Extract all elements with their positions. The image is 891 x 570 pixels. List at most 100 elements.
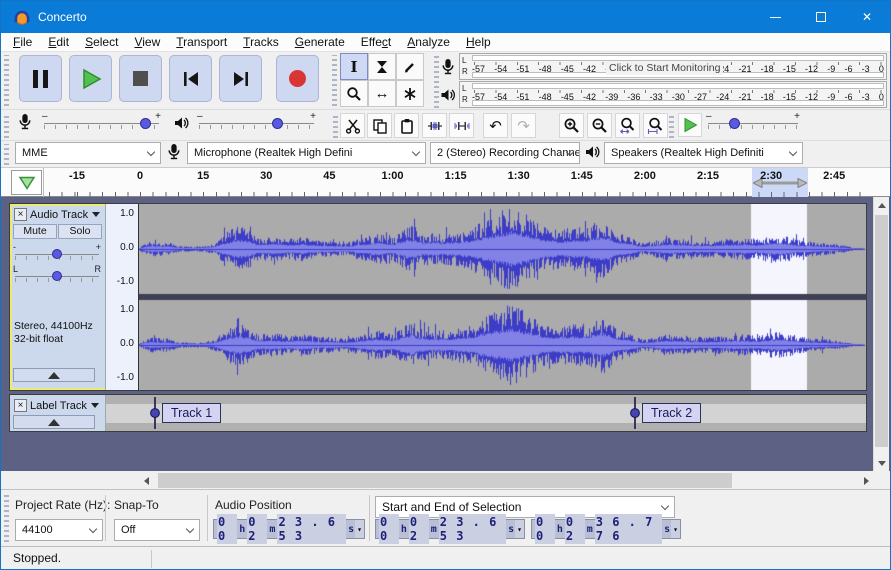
scroll-up-arrow[interactable] — [874, 197, 889, 213]
audio-track-collapse-button[interactable] — [13, 368, 95, 382]
solo-button[interactable]: Solo — [58, 224, 102, 239]
scroll-left-arrow[interactable] — [138, 472, 155, 489]
playback-volume-slider[interactable]: – + — [197, 111, 316, 133]
tools-toolbar-grabber[interactable] — [332, 55, 337, 106]
playback-meter-body[interactable]: L R -57 -54 -51 -48 -45 -42 -39 -36 -33 -30 -27 -24… — [459, 81, 887, 108]
stereo-waveform-canvas[interactable] — [139, 204, 866, 390]
timefield-dropdown-icon[interactable]: ▾ — [515, 520, 524, 538]
zoom-out-button[interactable] — [587, 113, 612, 138]
timefield-dropdown-icon[interactable]: ▾ — [671, 520, 680, 538]
vertical-scrollbar[interactable] — [873, 197, 889, 471]
edit-toolbar-grabber[interactable] — [333, 113, 338, 138]
play-button[interactable] — [69, 55, 112, 102]
transport-toolbar-grabber[interactable] — [4, 55, 9, 106]
audio-track[interactable]: × Audio Track Mute Solo - + LR Stereo, 44… — [9, 203, 867, 391]
dropdown-triangle-icon — [92, 212, 101, 217]
record-button[interactable] — [276, 55, 319, 102]
label-track-close-button[interactable]: × — [14, 399, 27, 412]
play-at-speed-toolbar-grabber[interactable] — [669, 113, 674, 138]
multi-tool-button[interactable] — [396, 80, 424, 107]
vertical-scroll-thumb[interactable] — [875, 215, 888, 447]
device-toolbar-grabber[interactable] — [4, 144, 9, 165]
pan-thumb[interactable] — [52, 271, 62, 281]
mute-button[interactable]: Mute — [13, 224, 57, 239]
snap-to-combo[interactable]: Off — [114, 519, 200, 541]
undo-button[interactable]: ↶ — [483, 113, 508, 138]
copy-button[interactable] — [367, 113, 392, 138]
menu-file[interactable]: File — [5, 33, 40, 52]
trim-audio-button[interactable] — [422, 113, 447, 138]
label-track-collapse-button[interactable] — [13, 415, 95, 429]
selection-start-field[interactable]: 0 0h0 2m2 3 . 6 5 3 s ▾ — [375, 514, 525, 544]
envelope-tool-button[interactable] — [368, 53, 396, 80]
menu-transport[interactable]: Transport — [168, 33, 235, 52]
menu-select[interactable]: Select — [77, 33, 126, 52]
label-marker-icon[interactable] — [150, 397, 160, 429]
audio-track-menu[interactable]: Audio Track — [30, 208, 101, 221]
label-marker-icon[interactable] — [630, 397, 640, 429]
project-rate-combo[interactable]: 44100 — [15, 519, 103, 541]
paste-button[interactable] — [394, 113, 419, 138]
menu-effect[interactable]: Effect — [353, 33, 399, 52]
menu-edit[interactable]: Edit — [40, 33, 77, 52]
recording-device-combo[interactable]: Microphone (Realtek High Defini — [187, 142, 426, 164]
timefield-dropdown-icon[interactable]: ▾ — [355, 520, 364, 538]
vertical-ruler[interactable]: 1.0 0.0 -1.0 1.0 0.0 -1.0 — [105, 204, 139, 390]
audio-position-field[interactable]: 0 0h0 2m2 3 . 6 5 3 s ▾ — [213, 514, 365, 544]
maximize-button[interactable] — [798, 1, 844, 33]
fit-selection-button[interactable] — [615, 113, 640, 138]
menu-generate[interactable]: Generate — [287, 33, 353, 52]
menu-tracks[interactable]: Tracks — [235, 33, 287, 52]
redo-button[interactable]: ↷ — [511, 113, 536, 138]
selection-end-field[interactable]: 0 0h0 2m3 6 . 7 7 6 s ▾ — [531, 514, 681, 544]
play-speed-slider[interactable]: – + — [706, 111, 800, 133]
fit-project-button[interactable] — [643, 113, 668, 138]
selection-toolbar-grabber[interactable] — [4, 494, 9, 542]
waveform-area[interactable] — [139, 204, 866, 390]
play-at-speed-button[interactable] — [678, 113, 702, 137]
label-track-menu[interactable]: Label Track — [30, 399, 99, 412]
scroll-down-arrow[interactable] — [874, 455, 889, 471]
audio-host-combo[interactable]: MME — [15, 142, 161, 164]
pan-slider[interactable]: LR — [13, 264, 101, 286]
mixer-toolbar-grabber[interactable] — [4, 113, 9, 138]
minimize-button[interactable] — [752, 1, 798, 33]
horizontal-scrollbar[interactable] — [138, 472, 875, 489]
skip-to-end-button[interactable] — [219, 55, 262, 102]
menu-help[interactable]: Help — [458, 33, 499, 52]
close-button[interactable]: ✕ — [844, 1, 890, 33]
timeline-pin-button[interactable] — [11, 170, 42, 195]
gain-thumb[interactable] — [52, 249, 62, 259]
timeline-ruler[interactable]: -15 0 15 30 45 1:00 1:15 1:30 1:45 2:00 2:15 2:30 2:… — [43, 168, 867, 197]
recording-channels-combo[interactable]: 2 (Stereo) Recording Channels — [430, 142, 580, 164]
playback-device-combo[interactable]: Speakers (Realtek High Definiti — [604, 142, 803, 164]
minimize-icon — [769, 16, 781, 18]
zoom-in-button[interactable] — [559, 113, 584, 138]
selection-tool-button[interactable]: I — [340, 53, 368, 80]
recording-meter-body[interactable]: L R -57-54-51-48-45-42-39-36-33-30-27-24… — [459, 53, 887, 80]
menu-analyze[interactable]: Analyze — [399, 33, 458, 52]
skip-to-start-button[interactable] — [169, 55, 212, 102]
menu-view[interactable]: View — [126, 33, 168, 52]
timeline-tick: 2:45 — [823, 170, 846, 182]
recording-meter[interactable]: L R -57-54-51-48-45-42-39-36-33-30-27-24… — [439, 53, 887, 80]
horizontal-scroll-thumb[interactable] — [158, 473, 732, 488]
zoom-tool-button[interactable] — [340, 80, 368, 107]
monitoring-overlay[interactable]: Click to Start Monitoring — [606, 61, 724, 75]
recording-volume-slider[interactable]: – + — [42, 111, 161, 133]
cut-button[interactable] — [340, 113, 365, 138]
gain-slider[interactable]: - + — [13, 242, 101, 264]
label-track[interactable]: × Label Track Track 1 Track 2 — [9, 394, 867, 432]
playback-meter[interactable]: L R -57 -54 -51 -48 -45 -42 -39 -36 -33 -30 -27 -24… — [439, 81, 887, 108]
audio-track-close-button[interactable]: × — [14, 208, 27, 221]
time-shift-tool-button[interactable]: ↔ — [368, 80, 396, 107]
pause-button[interactable] — [19, 55, 62, 102]
label-track-content[interactable]: Track 1 Track 2 — [105, 395, 866, 431]
scroll-right-arrow[interactable] — [858, 472, 875, 489]
label-box[interactable]: Track 1 — [162, 403, 222, 423]
pause-icon — [33, 69, 48, 88]
label-box[interactable]: Track 2 — [642, 403, 702, 423]
draw-tool-button[interactable] — [396, 53, 424, 80]
silence-audio-button[interactable] — [449, 113, 474, 138]
stop-button[interactable] — [119, 55, 162, 102]
